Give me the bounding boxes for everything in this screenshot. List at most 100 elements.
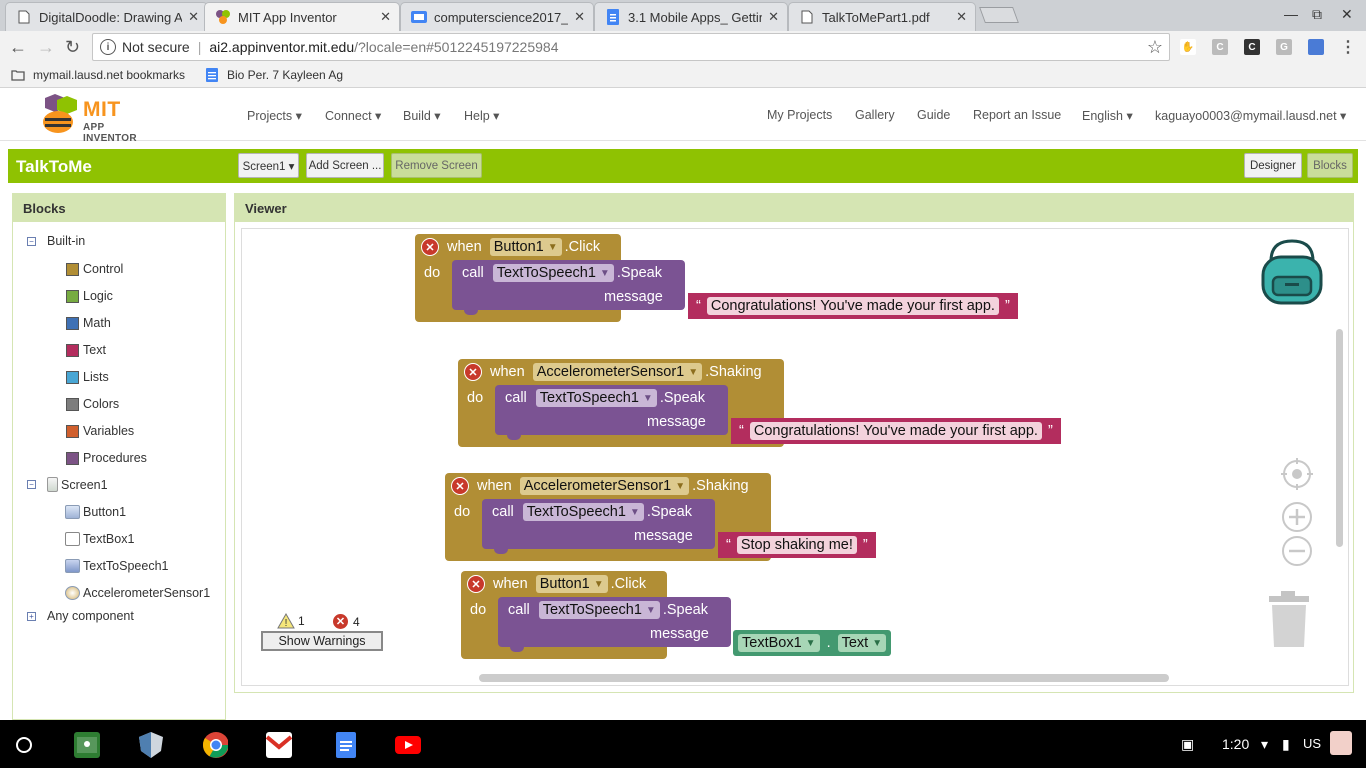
tree-any-component[interactable]: + Any component: [27, 609, 134, 623]
blocks-workspace[interactable]: ✕ when Button1 ▼ .Click do call TextToSpe…: [241, 228, 1349, 686]
collapse-icon[interactable]: −: [27, 480, 36, 489]
google-docs-icon[interactable]: [333, 732, 359, 758]
input-locale[interactable]: US: [1303, 736, 1321, 751]
error-icon[interactable]: ✕: [467, 575, 485, 593]
component-dropdown[interactable]: AccelerometerSensor1 ▼: [532, 363, 703, 381]
call-block-speak[interactable]: call TextToSpeech1 ▼ .Speak message: [498, 597, 731, 652]
extension-icon[interactable]: ✋: [1180, 39, 1196, 55]
event-block-button1-click[interactable]: ✕ when Button1 ▼ .Click do call TextToSpe…: [415, 234, 685, 322]
screen-select[interactable]: Screen1 ▾: [238, 153, 299, 178]
drawer-math[interactable]: Math: [66, 316, 111, 330]
star-icon[interactable]: ☆: [1147, 37, 1163, 58]
trash-icon[interactable]: [1266, 591, 1312, 649]
extension-blue-icon[interactable]: [1308, 39, 1324, 55]
menu-icon[interactable]: ⋮: [1340, 39, 1356, 56]
gmail-icon[interactable]: [266, 732, 292, 758]
clock-time[interactable]: 1:20: [1222, 736, 1249, 752]
address-bar[interactable]: i Not secure | ai2.appinventor.mit.edu /…: [92, 33, 1170, 61]
drawer-control[interactable]: Control: [66, 262, 123, 276]
drawer-variables[interactable]: Variables: [66, 424, 134, 438]
drawer-lists[interactable]: Lists: [66, 370, 109, 384]
tree-builtin[interactable]: − Built-in: [27, 234, 85, 248]
component-dropdown[interactable]: Button1 ▼: [489, 238, 562, 256]
extension-g-icon[interactable]: G: [1276, 39, 1292, 55]
text-block[interactable]: “ Stop shaking me! ”: [718, 532, 876, 558]
close-icon[interactable]: ✕: [380, 9, 391, 25]
language-menu[interactable]: English ▾: [1082, 108, 1133, 123]
youtube-icon[interactable]: [395, 732, 421, 758]
close-icon[interactable]: ✕: [956, 9, 967, 25]
tab-talktomepart1[interactable]: TalkToMePart1.pdf ✕: [788, 2, 976, 31]
chrome-icon[interactable]: [202, 732, 228, 758]
maximize-icon[interactable]: ⧉: [1312, 6, 1322, 23]
new-tab-button[interactable]: [979, 7, 1019, 23]
account-menu[interactable]: kaguayo0003@mymail.lausd.net ▾: [1155, 108, 1346, 123]
extension-c-dark-icon[interactable]: C: [1244, 39, 1260, 55]
component-textbox1[interactable]: TextBox1: [65, 532, 134, 546]
avatar[interactable]: [1330, 731, 1352, 755]
forward-icon[interactable]: →: [37, 37, 55, 58]
reload-icon[interactable]: ↻: [65, 37, 80, 58]
close-window-icon[interactable]: ✕: [1341, 6, 1353, 23]
image-icon[interactable]: ▣: [1181, 736, 1194, 753]
text-value[interactable]: Stop shaking me!: [736, 536, 857, 554]
component-accelerometersensor1[interactable]: AccelerometerSensor1: [65, 586, 210, 600]
component-dropdown[interactable]: TextToSpeech1 ▼: [522, 503, 644, 521]
error-icon[interactable]: ✕: [421, 238, 439, 256]
call-block-speak[interactable]: call TextToSpeech1 ▼ .Speak message: [495, 385, 728, 440]
component-dropdown[interactable]: TextToSpeech1 ▼: [492, 264, 614, 282]
show-warnings-button[interactable]: Show Warnings: [261, 631, 383, 651]
text-block[interactable]: “ Congratulations! You've made your firs…: [731, 418, 1061, 444]
error-icon[interactable]: ✕: [464, 363, 482, 381]
menu-build[interactable]: Build ▾: [403, 108, 441, 123]
component-texttospeech1[interactable]: TextToSpeech1: [65, 559, 168, 573]
tab-digitaldoodle[interactable]: DigitalDoodle: Drawing A ✕: [5, 2, 208, 31]
back-icon[interactable]: ←: [9, 37, 27, 58]
link-my-projects[interactable]: My Projects: [767, 108, 832, 122]
tab-mit-app-inventor[interactable]: MIT App Inventor ✕: [204, 2, 400, 31]
horizontal-scrollbar[interactable]: [479, 674, 1169, 682]
menu-connect[interactable]: Connect ▾: [325, 108, 381, 123]
shield-icon[interactable]: [138, 732, 164, 758]
component-dropdown[interactable]: Button1 ▼: [535, 575, 608, 593]
menu-projects[interactable]: Projects ▾: [247, 108, 302, 123]
link-gallery[interactable]: Gallery: [855, 108, 895, 122]
component-dropdown[interactable]: AccelerometerSensor1 ▼: [519, 477, 690, 495]
drawer-text[interactable]: Text: [66, 343, 106, 357]
link-report-issue[interactable]: Report an Issue: [973, 108, 1061, 122]
drawer-colors[interactable]: Colors: [66, 397, 119, 411]
remove-screen-button[interactable]: Remove Screen: [391, 153, 482, 178]
property-dropdown[interactable]: Text ▼: [837, 634, 887, 652]
call-block-speak[interactable]: call TextToSpeech1 ▼ .Speak message: [452, 260, 685, 315]
backpack-icon[interactable]: [1257, 237, 1327, 309]
text-value[interactable]: Congratulations! You've made your first …: [706, 297, 999, 315]
designer-button[interactable]: Designer: [1244, 153, 1302, 178]
text-block[interactable]: “ Congratulations! You've made your firs…: [688, 293, 1018, 319]
menu-help[interactable]: Help ▾: [464, 108, 499, 123]
close-icon[interactable]: ✕: [768, 9, 779, 25]
bookmark-folder[interactable]: mymail.lausd.net bookmarks: [11, 68, 185, 82]
component-dropdown[interactable]: TextBox1 ▼: [738, 634, 820, 652]
mit-app-inventor-logo[interactable]: MIT APP INVENTOR: [35, 94, 160, 144]
collapse-icon[interactable]: −: [27, 236, 36, 246]
blocks-button[interactable]: Blocks: [1307, 153, 1353, 178]
launcher-icon[interactable]: [11, 732, 37, 758]
minimize-icon[interactable]: —: [1284, 6, 1298, 22]
drawer-procedures[interactable]: Procedures: [66, 451, 147, 465]
bookmark-bio[interactable]: Bio Per. 7 Kayleen Ag: [205, 68, 343, 82]
error-icon[interactable]: ✕: [451, 477, 469, 495]
component-dropdown[interactable]: TextToSpeech1 ▼: [535, 389, 657, 407]
event-block-button1-click[interactable]: ✕ when Button1 ▼ .Click do call TextToSpe…: [461, 571, 731, 659]
link-guide[interactable]: Guide: [917, 108, 950, 122]
close-icon[interactable]: ✕: [574, 9, 585, 25]
extension-c-icon[interactable]: C: [1212, 39, 1228, 55]
drawer-logic[interactable]: Logic: [66, 289, 113, 303]
info-icon[interactable]: i: [100, 39, 116, 55]
vertical-scrollbar[interactable]: [1336, 329, 1343, 547]
component-property-block[interactable]: TextBox1 ▼ . Text ▼: [733, 630, 892, 656]
text-value[interactable]: Congratulations! You've made your first …: [749, 422, 1042, 440]
expand-icon[interactable]: +: [27, 611, 36, 621]
tree-screen1[interactable]: − Screen1: [27, 477, 108, 492]
tab-mobile-apps[interactable]: 3.1 Mobile Apps_ Getting ✕: [594, 2, 788, 31]
component-button1[interactable]: Button1: [65, 505, 126, 519]
